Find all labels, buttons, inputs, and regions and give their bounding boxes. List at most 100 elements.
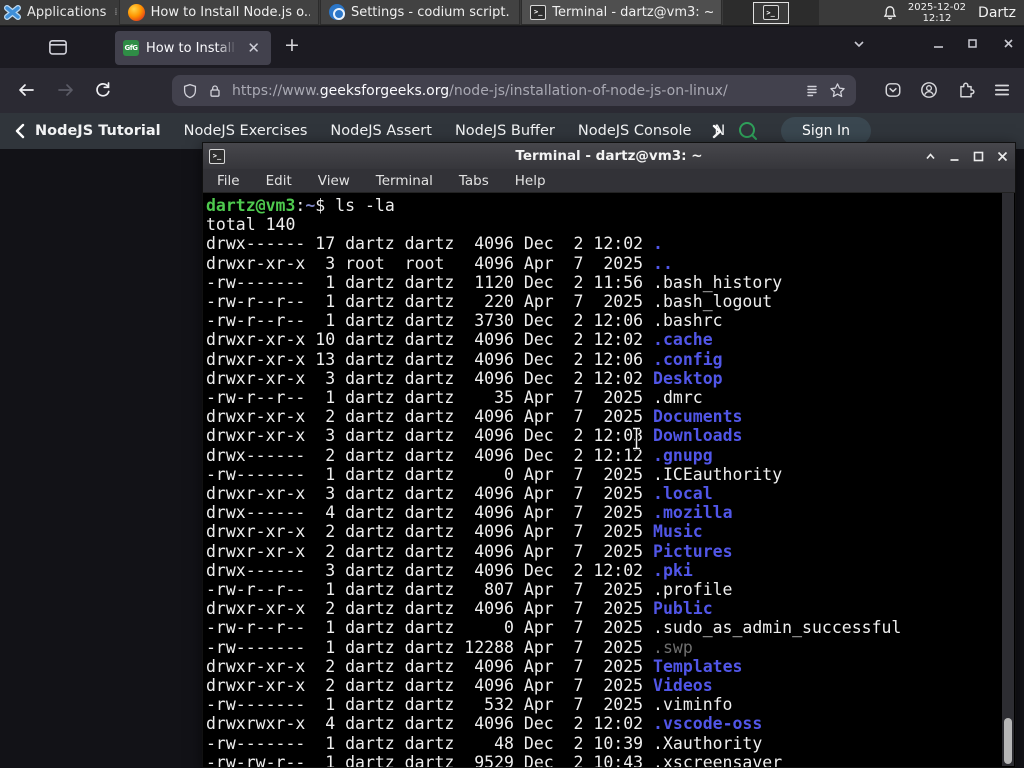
site-search-button[interactable]: [737, 120, 759, 142]
terminal-window-controls: [924, 143, 1009, 169]
panel-tasks: How to Install Node.js o... Settings - co…: [118, 0, 723, 25]
window-minimize-icon[interactable]: [932, 37, 945, 50]
terminal-menu-tabs[interactable]: Tabs: [459, 173, 489, 189]
pocket-icon[interactable]: [884, 81, 902, 99]
active-window-iconbox[interactable]: >_: [752, 1, 789, 24]
task-title: How to Install Node.js o...: [150, 4, 310, 20]
back-icon[interactable]: [16, 81, 36, 99]
panel-task-button[interactable]: Settings - codium script...: [319, 0, 521, 25]
maximize-icon[interactable]: [972, 150, 985, 163]
site-nav-item[interactable]: NodeJS Exercises: [184, 123, 308, 139]
panel-task-button[interactable]: >_ Terminal - dartz@vm3: ~: [521, 0, 722, 25]
terminal-icon: >_: [530, 4, 547, 20]
terminal-menu-edit[interactable]: Edit: [266, 173, 292, 189]
terminal-line: -rw------- 1 dartz dartz 48 Dec 2 10:39 …: [206, 733, 763, 753]
applications-menu-button[interactable]: Applications: [0, 0, 112, 25]
reload-icon[interactable]: [94, 81, 112, 99]
browser-tab-bar: GfG How to Install Node.js on ✕ +: [0, 27, 1024, 68]
terminal-line: drwxr-xr-x 3 dartz dartz 4096 Dec 2 12:0…: [206, 368, 723, 388]
terminal-line: drwxr-xr-x 3 root root 4096 Apr 7 2025 .…: [206, 253, 673, 273]
sign-in-button[interactable]: Sign In: [781, 117, 871, 145]
reader-view-icon[interactable]: [804, 83, 820, 99]
terminal-output: dartz@vm3:~$ ls -la total 140 drwx------ 1…: [206, 196, 1001, 767]
window-maximize-icon[interactable]: [966, 37, 979, 50]
panel-iconbox-zone: >_: [722, 0, 819, 25]
terminal-line: -rw-rw-r-- 1 dartz dartz 9529 Dec 2 10:4…: [206, 752, 783, 767]
browser-tab[interactable]: GfG How to Install Node.js on ✕: [115, 31, 271, 65]
firefox-icon: [127, 3, 145, 21]
chevron-left-icon: [15, 123, 25, 139]
terminal-line: drwxr-xr-x 2 dartz dartz 4096 Apr 7 2025…: [206, 599, 713, 619]
site-nav-item[interactable]: NodeJS Console: [578, 123, 692, 139]
terminal-menu-help[interactable]: Help: [515, 173, 546, 189]
terminal-line: total 140: [206, 215, 296, 235]
hamburger-menu-icon[interactable]: [993, 81, 1011, 99]
url-scheme: https://www.: [232, 82, 320, 99]
scrollbar-thumb[interactable]: [1004, 718, 1012, 764]
terminal-line: drwxr-xr-x 2 dartz dartz 4096 Apr 7 2025…: [206, 407, 743, 427]
url-bar[interactable]: https://www.geeksforgeeks.org/node-js/in…: [172, 75, 856, 106]
terminal-line: drwx------ 17 dartz dartz 4096 Dec 2 12:…: [206, 234, 663, 254]
terminal-line: -rw-r--r-- 1 dartz dartz 220 Apr 7 2025 …: [206, 292, 773, 312]
terminal-line: drwx------ 3 dartz dartz 4096 Dec 2 12:0…: [206, 560, 693, 580]
url-path: /node-js/installation-of-node-js-on-linu…: [449, 82, 728, 99]
terminal-line: drwxr-xr-x 2 dartz dartz 4096 Apr 7 2025…: [206, 656, 743, 676]
terminal-titlebar[interactable]: >_ Terminal - dartz@vm3: ~: [203, 143, 1015, 169]
minimize-icon[interactable]: [948, 150, 961, 163]
terminal-line: drwxr-xr-x 2 dartz dartz 4096 Apr 7 2025…: [206, 676, 713, 696]
url-text[interactable]: https://www.geeksforgeeks.org/node-js/in…: [232, 83, 795, 99]
terminal-line: drwxr-xr-x 2 dartz dartz 4096 Apr 7 2025…: [206, 522, 703, 542]
site-nav-item[interactable]: NodeJS Buffer: [455, 123, 555, 139]
settings-icon: [328, 4, 345, 20]
account-icon[interactable]: [920, 81, 938, 99]
terminal-line: drwx------ 4 dartz dartz 4096 Apr 7 2025…: [206, 503, 733, 523]
terminal-menu-terminal[interactable]: Terminal: [376, 173, 433, 189]
clock-date: 2025-12-02: [907, 1, 967, 13]
tab-title: How to Install Node.js on: [146, 40, 237, 56]
terminal-line: drwxr-xr-x 3 dartz dartz 4096 Apr 7 2025…: [206, 484, 713, 504]
search-icon: [739, 122, 757, 140]
tracking-shield-icon[interactable]: [182, 83, 198, 99]
list-all-tabs-icon[interactable]: [852, 37, 866, 51]
url-domain: geeksforgeeks.org: [319, 82, 450, 99]
site-nav-item[interactable]: NodeJS Assert: [330, 123, 432, 139]
terminal-line: -rw-r--r-- 1 dartz dartz 3730 Dec 2 12:0…: [206, 311, 723, 331]
terminal-line: -rw-r--r-- 1 dartz dartz 35 Apr 7 2025 .…: [206, 388, 703, 408]
terminal-line: drwx------ 2 dartz dartz 4096 Dec 2 12:1…: [206, 445, 713, 465]
lock-icon[interactable]: [207, 83, 223, 99]
close-icon[interactable]: [996, 150, 1009, 163]
extensions-icon[interactable]: [957, 81, 975, 99]
window-close-icon[interactable]: [1002, 37, 1015, 50]
terminal-window: >_ Terminal - dartz@vm3: ~ File Edit View T…: [202, 142, 1016, 768]
desktop-screen: Applications ⁞ How to Install Node.js o.…: [0, 0, 1024, 768]
panel-clock[interactable]: 2025-12-02 12:12: [908, 2, 966, 24]
terminal-menu-file[interactable]: File: [217, 173, 240, 189]
terminal-line: drwxr-xr-x 10 dartz dartz 4096 Dec 2 12:…: [206, 330, 713, 350]
firefox-view-icon[interactable]: [48, 37, 68, 57]
user-label: Dartz: [978, 4, 1016, 21]
panel-task-button[interactable]: How to Install Node.js o...: [118, 0, 319, 25]
top-panel: Applications ⁞ How to Install Node.js o.…: [0, 0, 1024, 26]
terminal-line: -rw-r--r-- 1 dartz dartz 807 Apr 7 2025 …: [206, 580, 733, 600]
terminal-menu-view[interactable]: View: [318, 173, 350, 189]
system-tray: 2025-12-02 12:12 Dartz: [874, 0, 1024, 25]
ibeam-cursor: [633, 427, 640, 450]
applications-label: Applications: [27, 5, 107, 20]
terminal-line: drwxrwxr-x 4 dartz dartz 4096 Dec 2 12:0…: [206, 714, 763, 734]
new-tab-button[interactable]: +: [284, 35, 300, 55]
chevron-right-icon: [712, 124, 722, 138]
terminal-title: Terminal - dartz@vm3: ~: [515, 148, 703, 164]
bookmark-star-icon[interactable]: [829, 82, 846, 99]
rollup-icon[interactable]: [924, 150, 937, 163]
terminal-body[interactable]: dartz@vm3:~$ ls -la total 140 drwx------ 1…: [203, 193, 1015, 767]
notification-bell-icon[interactable]: [882, 5, 898, 21]
terminal-line: -rw------- 1 dartz dartz 12288 Apr 7 202…: [206, 637, 693, 657]
terminal-scrollbar[interactable]: [1002, 193, 1014, 766]
site-nav-item[interactable]: NodeJS Tutorial: [35, 123, 161, 139]
task-title: Terminal - dartz@vm3: ~: [552, 4, 713, 20]
forward-icon[interactable]: [56, 81, 76, 99]
nav-scroll-left-button[interactable]: [0, 123, 35, 139]
nav-scroll-right-button[interactable]: [711, 124, 723, 139]
tab-close-icon[interactable]: ✕: [244, 40, 263, 57]
terminal-line: -rw------- 1 dartz dartz 532 Apr 7 2025 …: [206, 695, 733, 715]
